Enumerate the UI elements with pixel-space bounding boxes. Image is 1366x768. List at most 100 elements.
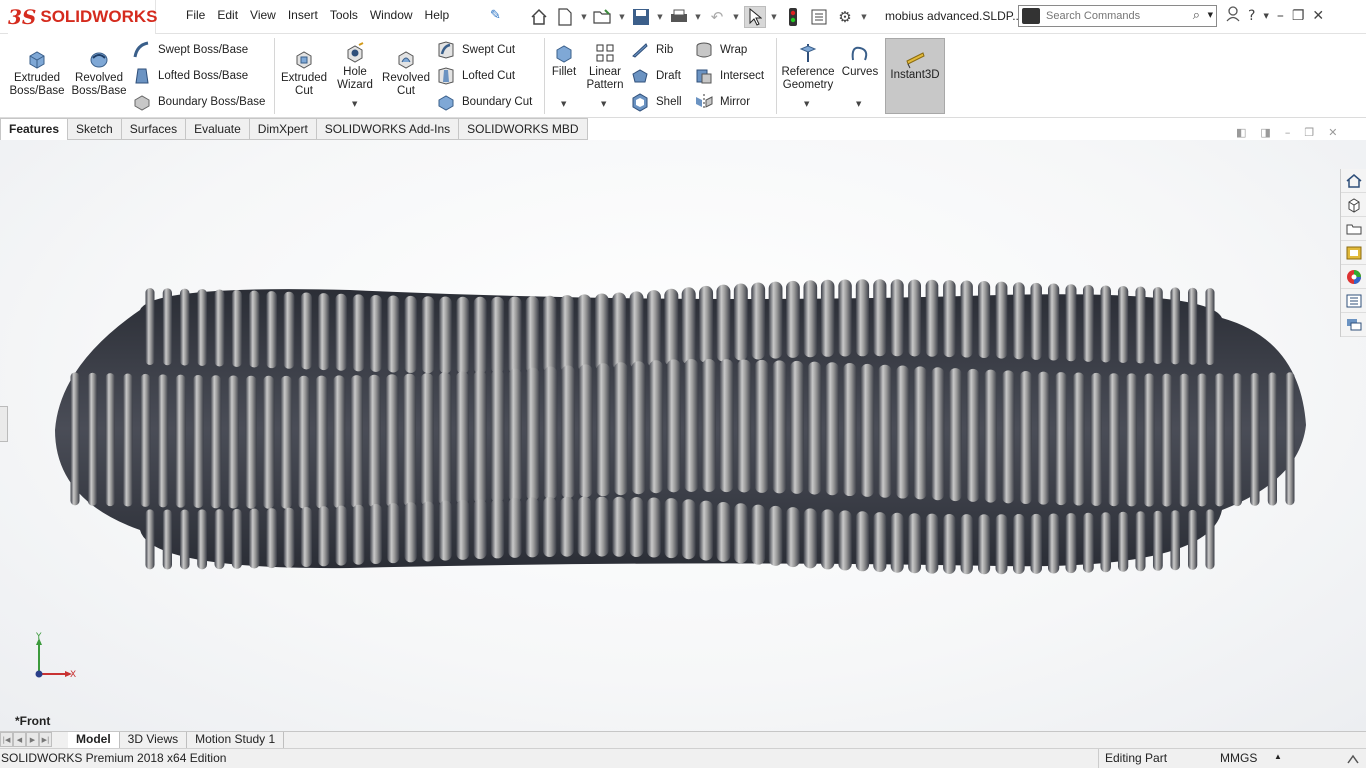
print-icon[interactable] bbox=[668, 6, 690, 28]
new-document-icon[interactable] bbox=[554, 6, 576, 28]
tab-evaluate[interactable]: Evaluate bbox=[186, 118, 250, 140]
hole-wizard-dropdown-icon[interactable]: ▼ bbox=[352, 100, 357, 108]
tab-addins[interactable]: SOLIDWORKS Add-Ins bbox=[316, 118, 460, 140]
ring-segment bbox=[1152, 510, 1163, 571]
menu-help[interactable]: Help bbox=[419, 8, 456, 22]
wrap-button[interactable]: Wrap bbox=[694, 40, 747, 60]
help-dropdown-icon[interactable]: ▼ bbox=[1263, 12, 1268, 20]
extruded-cut-button[interactable]: Extruded Cut bbox=[278, 48, 330, 98]
curves-button[interactable]: Curves bbox=[840, 42, 880, 79]
next-tab-icon[interactable]: ▶ bbox=[26, 732, 39, 747]
select-dropdown-icon[interactable]: ▼ bbox=[770, 13, 778, 21]
tab-model[interactable]: Model bbox=[68, 732, 120, 749]
search-dropdown-icon[interactable]: ▼ bbox=[1208, 11, 1213, 19]
forum-icon[interactable] bbox=[1341, 313, 1366, 337]
new-dropdown-icon[interactable]: ▼ bbox=[580, 13, 588, 21]
mirror-icon bbox=[696, 94, 713, 110]
extruded-boss-button[interactable]: Extruded Boss/Base bbox=[10, 48, 65, 98]
solidworks-resources-icon[interactable] bbox=[1341, 169, 1366, 193]
file-properties-icon[interactable] bbox=[808, 6, 830, 28]
boundary-boss-button[interactable]: Boundary Boss/Base bbox=[132, 92, 265, 112]
options-gear-icon[interactable]: ⚙ bbox=[834, 6, 856, 28]
status-bar-customize-icon[interactable] bbox=[1346, 751, 1362, 765]
boundary-cut-button[interactable]: Boundary Cut bbox=[436, 92, 532, 112]
rib-button[interactable]: Rib bbox=[630, 40, 673, 60]
appearances-icon[interactable] bbox=[1341, 265, 1366, 289]
viewport-minimize-icon[interactable]: – bbox=[1285, 126, 1291, 139]
close-icon[interactable]: ✕ bbox=[1312, 8, 1324, 24]
menu-edit[interactable]: Edit bbox=[211, 8, 244, 22]
graphics-viewport[interactable]: Y X bbox=[0, 140, 1366, 732]
swept-boss-button[interactable]: Swept Boss/Base bbox=[132, 40, 248, 60]
tab-surfaces[interactable]: Surfaces bbox=[121, 118, 187, 140]
viewport-close-icon[interactable]: ✕ bbox=[1328, 126, 1337, 139]
menu-view[interactable]: View bbox=[244, 8, 282, 22]
open-dropdown-icon[interactable]: ▼ bbox=[618, 13, 626, 21]
open-folder-icon[interactable] bbox=[592, 6, 614, 28]
curves-dropdown-icon[interactable]: ▼ bbox=[856, 100, 861, 108]
save-dropdown-icon[interactable]: ▼ bbox=[656, 13, 664, 21]
unit-dropdown-icon[interactable]: ▲ bbox=[1274, 752, 1282, 761]
lofted-boss-button[interactable]: Lofted Boss/Base bbox=[132, 66, 248, 86]
search-icon[interactable]: ⌕ bbox=[1193, 8, 1200, 23]
search-input[interactable] bbox=[1046, 10, 1186, 22]
linear-pattern-button[interactable]: Linear Pattern bbox=[584, 42, 626, 92]
ring-segment bbox=[943, 280, 956, 358]
reference-geometry-dropdown-icon[interactable]: ▼ bbox=[804, 100, 809, 108]
linear-pattern-dropdown-icon[interactable]: ▼ bbox=[601, 100, 606, 108]
menu-insert[interactable]: Insert bbox=[282, 8, 324, 22]
swept-cut-button[interactable]: Swept Cut bbox=[436, 40, 515, 60]
tab-dimxpert[interactable]: DimXpert bbox=[249, 118, 317, 140]
options-dropdown-icon[interactable]: ▼ bbox=[860, 13, 868, 21]
revolved-boss-button[interactable]: Revolved Boss/Base bbox=[72, 48, 127, 98]
revolved-cut-button[interactable]: Revolved Cut bbox=[380, 48, 432, 98]
view-palette-icon[interactable] bbox=[1341, 241, 1366, 265]
design-library-icon[interactable] bbox=[1341, 193, 1366, 217]
help-icon[interactable]: ? bbox=[1248, 8, 1255, 24]
tab-3d-views[interactable]: 3D Views bbox=[120, 732, 188, 749]
search-box[interactable]: ⌕ ▼ bbox=[1018, 5, 1217, 27]
lofted-cut-button[interactable]: Lofted Cut bbox=[436, 66, 515, 86]
tab-mbd[interactable]: SOLIDWORKS MBD bbox=[459, 118, 588, 140]
print-dropdown-icon[interactable]: ▼ bbox=[694, 13, 702, 21]
prev-tab-icon[interactable]: ◀ bbox=[13, 732, 26, 747]
custom-properties-icon[interactable] bbox=[1341, 289, 1366, 313]
feature-manager-collapse-tab[interactable] bbox=[0, 406, 8, 442]
restore-icon[interactable]: ❐ bbox=[1292, 8, 1305, 24]
rebuild-traffic-light-icon[interactable] bbox=[782, 6, 804, 28]
tab-motion-study[interactable]: Motion Study 1 bbox=[187, 732, 285, 749]
home-icon[interactable] bbox=[528, 6, 550, 28]
reference-geometry-button[interactable]: Reference Geometry bbox=[780, 42, 836, 92]
first-tab-icon[interactable]: |◀ bbox=[0, 732, 13, 747]
intersect-button[interactable]: Intersect bbox=[694, 66, 764, 86]
tab-features[interactable]: Features bbox=[0, 118, 69, 140]
undo-icon[interactable]: ↶ bbox=[706, 6, 728, 28]
shell-button[interactable]: Shell bbox=[630, 92, 682, 112]
minimize-icon[interactable]: – bbox=[1277, 8, 1284, 24]
ring-segment bbox=[300, 506, 313, 567]
tab-sketch[interactable]: Sketch bbox=[68, 118, 122, 140]
pin-icon[interactable]: ✎ bbox=[490, 8, 501, 23]
mobius-model[interactable] bbox=[0, 140, 1366, 732]
select-arrow-icon[interactable] bbox=[744, 6, 766, 28]
undo-dropdown-icon[interactable]: ▼ bbox=[732, 13, 740, 21]
user-account-icon[interactable] bbox=[1226, 6, 1240, 26]
viewport-prev-icon[interactable]: ◧ bbox=[1236, 126, 1246, 139]
mirror-button[interactable]: Mirror bbox=[694, 92, 750, 112]
draft-button[interactable]: Draft bbox=[630, 66, 681, 86]
fillet-dropdown-icon[interactable]: ▼ bbox=[561, 100, 566, 108]
viewport-next-icon[interactable]: ◨ bbox=[1260, 126, 1270, 139]
solidworks-logo[interactable]: 3S SOLIDWORKS bbox=[8, 0, 157, 34]
file-explorer-icon[interactable] bbox=[1341, 217, 1366, 241]
last-tab-icon[interactable]: ▶| bbox=[39, 732, 52, 747]
menu-tools[interactable]: Tools bbox=[324, 8, 364, 22]
viewport-restore-icon[interactable]: ❐ bbox=[1304, 126, 1314, 139]
ring-segment bbox=[404, 295, 417, 373]
hole-wizard-button[interactable]: Hole Wizard bbox=[332, 42, 378, 92]
save-icon[interactable] bbox=[630, 6, 652, 28]
unit-system[interactable]: MMGS bbox=[1220, 751, 1257, 765]
menu-window[interactable]: Window bbox=[364, 8, 419, 22]
instant3d-button[interactable]: Instant3D bbox=[885, 38, 945, 114]
fillet-button[interactable]: Fillet bbox=[548, 42, 580, 79]
menu-file[interactable]: File bbox=[180, 8, 211, 22]
